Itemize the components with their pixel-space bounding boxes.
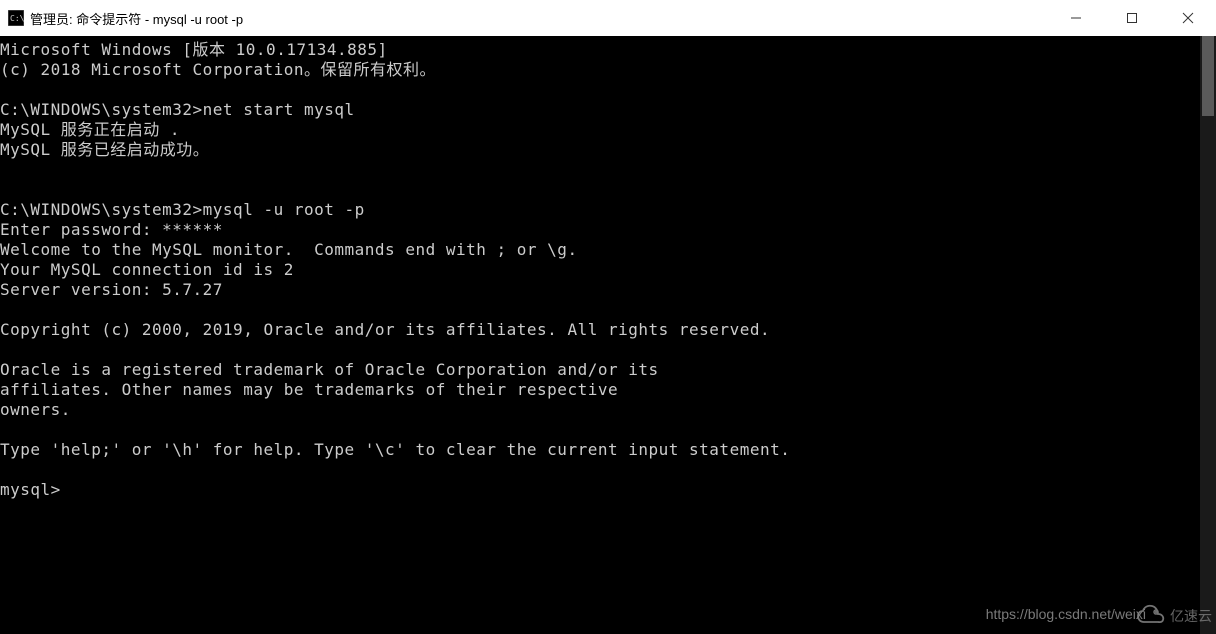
scrollbar-thumb[interactable]	[1202, 36, 1214, 116]
window-controls	[1048, 0, 1216, 36]
cloud-icon	[1136, 604, 1166, 628]
logo-text: 亿速云	[1170, 606, 1212, 626]
maximize-button[interactable]	[1104, 0, 1160, 36]
cmd-app-icon: C:\	[8, 10, 24, 26]
window-title: 管理员: 命令提示符 - mysql -u root -p	[30, 9, 243, 28]
terminal-output[interactable]: Microsoft Windows [版本 10.0.17134.885] (c…	[0, 36, 1200, 634]
svg-text:C:\: C:\	[10, 14, 24, 23]
window-titlebar: C:\ 管理员: 命令提示符 - mysql -u root -p	[0, 0, 1216, 36]
vertical-scrollbar[interactable]	[1200, 36, 1216, 634]
titlebar-left-group: C:\ 管理员: 命令提示符 - mysql -u root -p	[8, 9, 243, 28]
close-button[interactable]	[1160, 0, 1216, 36]
logo-watermark: 亿速云	[1136, 604, 1212, 628]
watermark-url: https://blog.csdn.net/weixi	[986, 606, 1146, 622]
terminal-area: Microsoft Windows [版本 10.0.17134.885] (c…	[0, 36, 1216, 634]
minimize-button[interactable]	[1048, 0, 1104, 36]
